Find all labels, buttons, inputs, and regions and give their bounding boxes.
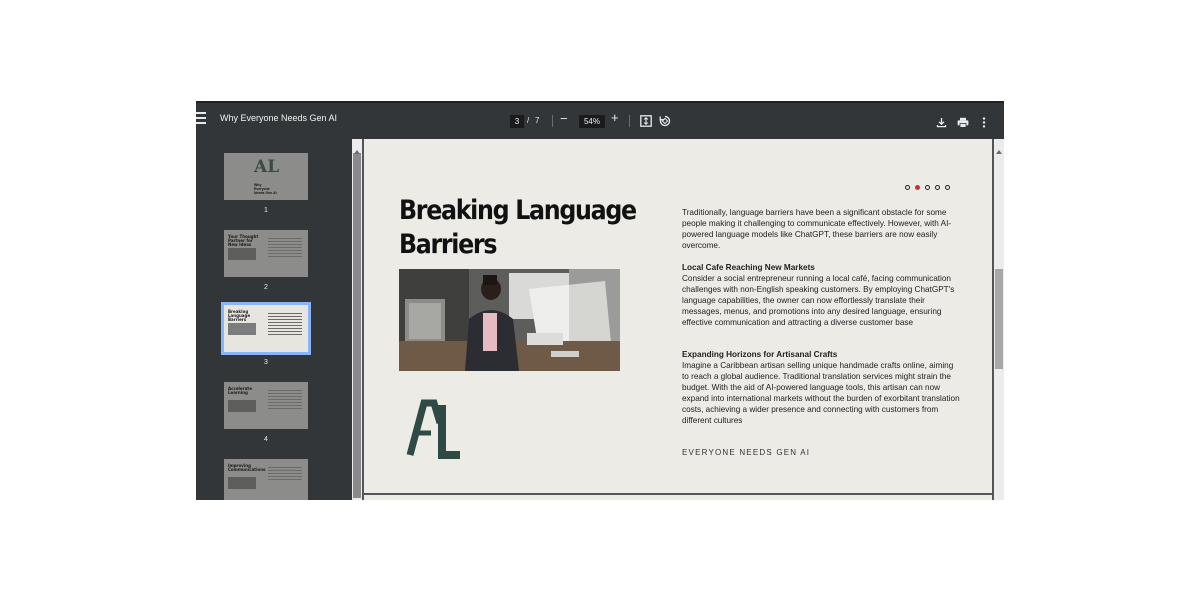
more-vert-icon[interactable] <box>982 115 986 133</box>
carousel-dots <box>905 177 955 195</box>
next-page-edge <box>364 495 992 500</box>
page-number-input[interactable]: 3 <box>510 115 524 128</box>
thumbnail-label: 4 <box>264 436 268 443</box>
intro-paragraph: Traditionally, language barriers have be… <box>682 208 952 250</box>
carousel-dot-active <box>915 185 920 190</box>
heading-line-2: Barriers <box>399 229 497 260</box>
thumbnail-page-5[interactable]: Improving Communications <box>224 459 308 500</box>
page-separator: / <box>527 116 530 125</box>
toolbar: Why Everyone Needs Gen AI 3 / 7 − 54% + <box>196 101 1004 139</box>
scroll-up-arrow-icon[interactable] <box>354 141 360 154</box>
thumbnail-image: AL Why Everyone Needs Gen AI <box>224 153 308 200</box>
thumbnail-photo <box>228 323 256 335</box>
carousel-dot <box>935 185 940 190</box>
toolbar-divider <box>552 115 553 127</box>
thumbnail-text-lines <box>268 467 302 482</box>
pdf-page: Breaking Language Barriers Traditionally… <box>364 139 992 493</box>
thumbnail-image: Breaking Language Barriers <box>224 305 308 352</box>
thumbnail-title: Your Thought Partner for New Ideas <box>228 234 259 247</box>
office-photo <box>399 269 620 371</box>
thumbnail-sidebar: AL Why Everyone Needs Gen AI 1 Your Thou… <box>196 139 352 500</box>
print-icon[interactable] <box>957 115 969 133</box>
thumbnail-page-1[interactable]: AL Why Everyone Needs Gen AI <box>224 153 308 200</box>
zoom-in-button[interactable]: + <box>611 110 619 125</box>
section1-body: Consider a social entrepreneur running a… <box>682 274 955 327</box>
zoom-level-input[interactable]: 54% <box>579 115 605 128</box>
thumbnail-photo <box>228 248 256 260</box>
main-scrollbar-thumb[interactable] <box>995 269 1003 369</box>
carousel-dot <box>945 185 950 190</box>
thumbnail-image: Accelerate Learning <box>224 382 308 429</box>
rotate-icon[interactable] <box>659 114 671 132</box>
thumbnail-text-lines <box>268 238 302 259</box>
thumbnail-text-lines <box>268 390 302 411</box>
sidebar-scrollbar-thumb[interactable] <box>353 153 361 498</box>
section2-body: Imagine a Caribbean artisan selling uniq… <box>682 361 960 425</box>
thumbnail-photo <box>228 400 256 412</box>
thumbnail-page-4[interactable]: Accelerate Learning <box>224 382 308 429</box>
thumbnail-image: Improving Communications <box>224 459 308 500</box>
total-pages: 7 <box>535 116 540 125</box>
section2-title: Expanding Horizons for Artisanal Crafts <box>682 350 838 359</box>
al-logo <box>406 399 464 464</box>
menu-icon[interactable] <box>196 112 206 126</box>
logo-mini: AL <box>254 157 280 177</box>
thumbnail-image: Your Thought Partner for New Ideas <box>224 230 308 277</box>
thumbnail-title: Improving Communications <box>228 463 266 472</box>
page-footer: EVERYONE NEEDS GEN AI <box>682 448 811 457</box>
section1-title: Local Cafe Reaching New Markets <box>682 263 815 272</box>
page-heading: Breaking Language Barriers <box>399 194 645 262</box>
thumbnail-page-2[interactable]: Your Thought Partner for New Ideas <box>224 230 308 277</box>
document-title: Why Everyone Needs Gen AI <box>220 113 338 123</box>
thumbnail-label: 1 <box>264 207 268 214</box>
carousel-dot <box>905 185 910 190</box>
thumbnail-title: Breaking Language Barriers <box>228 309 251 322</box>
thumbnail-title: Why Everyone Needs Gen AI <box>254 183 277 195</box>
pdf-viewer: Why Everyone Needs Gen AI 3 / 7 − 54% + … <box>196 101 1004 500</box>
main-scroll-up-arrow-icon[interactable] <box>996 141 1002 154</box>
thumbnail-photo <box>228 477 256 489</box>
carousel-dot <box>925 185 930 190</box>
thumbnail-page-3[interactable]: Breaking Language Barriers <box>224 305 308 352</box>
thumbnail-text-lines <box>268 313 302 337</box>
zoom-out-button[interactable]: − <box>560 111 568 126</box>
toolbar-divider <box>629 115 630 127</box>
heading-line-1: Breaking Language <box>399 195 637 226</box>
download-icon[interactable] <box>936 115 947 133</box>
thumbnail-label: 3 <box>264 359 268 366</box>
fit-page-icon[interactable] <box>640 114 652 132</box>
thumbnail-label: 2 <box>264 284 268 291</box>
thumbnail-title: Accelerate Learning <box>228 386 252 395</box>
